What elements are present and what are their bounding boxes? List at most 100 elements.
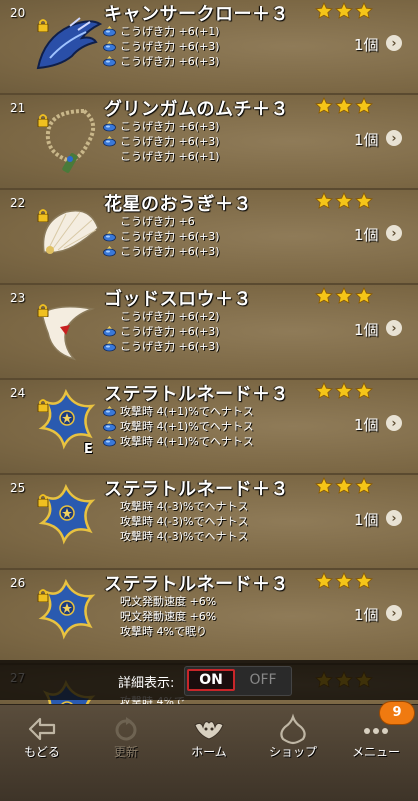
- star-icon: [355, 572, 373, 589]
- item-stats: こうげき力 +6 こうげき力 +6(+3) こうげき力 +6(+3): [103, 214, 220, 259]
- jewel-icon: [103, 436, 116, 447]
- item-stats: 攻撃時 4(-3)%でヘナトス 攻撃時 4(-3)%でヘナトス 攻撃時 4(-3)%…: [103, 499, 249, 544]
- stat-text: こうげき力 +6(+1): [120, 150, 220, 163]
- stat-text: こうげき力 +6(+3): [120, 325, 220, 338]
- jewel-icon: [103, 121, 116, 132]
- chevron-right-icon[interactable]: ›: [386, 415, 402, 431]
- item-stats: こうげき力 +6(+1) こうげき力 +6(+3) こうげき力 +6(+3): [103, 24, 220, 69]
- stat-line: 攻撃時 4(-3)%でヘナトス: [103, 529, 249, 544]
- item-row[interactable]: 21 グリンガムのムチ＋３ こうげき力 +6(+3) こうげき力 +6(+3) こうげき…: [0, 95, 418, 190]
- nav-home-label: ホーム: [191, 745, 227, 759]
- nav-refresh[interactable]: 更新: [84, 705, 168, 801]
- stat-line: こうげき力 +6(+3): [103, 244, 220, 259]
- back-arrow-icon: [28, 717, 56, 741]
- star-icon: [335, 2, 353, 19]
- stat-text: 呪文発動速度 +6%: [120, 595, 217, 608]
- stat-line: 攻撃時 4(-3)%でヘナトス: [103, 514, 249, 529]
- star-icon: [335, 477, 353, 494]
- lock-icon[interactable]: [36, 18, 50, 32]
- toggle-on-button[interactable]: ON: [187, 669, 235, 691]
- item-row[interactable]: 22 花星のおうぎ＋３ こうげき力 +6 こうげき力 +6(+3) こうげき力 +6(+…: [0, 190, 418, 285]
- jewel-icon: [103, 41, 116, 52]
- jewel-icon: [103, 26, 116, 37]
- stat-text: こうげき力 +6: [120, 215, 195, 228]
- item-number: 22: [10, 196, 26, 210]
- stat-line: こうげき力 +6(+3): [103, 39, 220, 54]
- item-name: ステラトルネード＋３: [104, 574, 289, 595]
- jewel-icon: [103, 421, 116, 432]
- item-number: 23: [10, 291, 26, 305]
- stat-line: こうげき力 +6: [103, 214, 220, 229]
- item-row[interactable]: 23 ゴッドスロウ＋３ こうげき力 +6(+2) こうげき力 +6(+3) こうげき力 …: [0, 285, 418, 380]
- nav-menu-label: メニュー: [351, 745, 400, 759]
- lock-icon[interactable]: [36, 303, 50, 317]
- stat-line: こうげき力 +6(+2): [103, 309, 220, 324]
- stat-text: こうげき力 +6(+3): [120, 120, 220, 133]
- stat-line: 攻撃時 4(+1)%でヘナトス: [103, 419, 254, 434]
- item-quantity: 1個: [354, 321, 379, 339]
- menu-notification-badge: 9: [380, 702, 414, 724]
- star-icon: [355, 2, 373, 19]
- stat-line: こうげき力 +6(+3): [103, 229, 220, 244]
- item-number: 25: [10, 481, 26, 495]
- item-quantity: 1個: [354, 131, 379, 149]
- star-icon: [315, 97, 333, 114]
- rarity-stars: [315, 287, 373, 304]
- stat-text: こうげき力 +6(+2): [120, 310, 220, 323]
- item-name: ステラトルネード＋３: [104, 479, 289, 500]
- chevron-right-icon[interactable]: ›: [386, 225, 402, 241]
- lock-icon[interactable]: [36, 493, 50, 507]
- stat-line: こうげき力 +6(+1): [103, 149, 220, 164]
- nav-shop-label: ショップ: [268, 745, 317, 759]
- stat-text: こうげき力 +6(+3): [120, 245, 220, 258]
- item-name: ステラトルネード＋３: [104, 384, 289, 405]
- stat-text: こうげき力 +6(+3): [120, 340, 220, 353]
- stat-text: こうげき力 +6(+1): [120, 25, 220, 38]
- chevron-right-icon[interactable]: ›: [386, 35, 402, 51]
- item-name: 花星のおうぎ＋３: [104, 194, 252, 215]
- lock-icon[interactable]: [36, 113, 50, 127]
- stat-text: 攻撃時 4(-3)%でヘナトス: [120, 530, 249, 543]
- rarity-stars: [315, 572, 373, 589]
- detail-toggle[interactable]: ON OFF: [184, 666, 292, 696]
- chevron-right-icon[interactable]: ›: [386, 510, 402, 526]
- stat-line: 攻撃時 4(+1)%でヘナトス: [103, 404, 254, 419]
- lock-icon[interactable]: [36, 588, 50, 602]
- star-icon: [315, 2, 333, 19]
- chevron-right-icon[interactable]: ›: [386, 605, 402, 621]
- stat-text: 呪文発動速度 +6%: [120, 610, 217, 623]
- nav-back[interactable]: もどる: [0, 705, 84, 801]
- item-stats: こうげき力 +6(+3) こうげき力 +6(+3) こうげき力 +6(+1): [103, 119, 220, 164]
- stat-text: こうげき力 +6(+3): [120, 40, 220, 53]
- lock-icon[interactable]: [36, 208, 50, 222]
- star-icon: [315, 477, 333, 494]
- item-number: 24: [10, 386, 26, 400]
- item-row[interactable]: 25 ステラトルネード＋３ 攻撃時 4(-3)%でヘナトス 攻撃時 4(-3)%でヘナ…: [0, 475, 418, 570]
- jewel-icon: [103, 341, 116, 352]
- item-row[interactable]: 24 E ステラトルネード＋３ 攻撃時 4(+1)%でヘナトス 攻撃時 4(+1)%でヘ…: [0, 380, 418, 475]
- stat-line: こうげき力 +6(+1): [103, 24, 220, 39]
- stat-line: 攻撃時 4(+1)%でヘナトス: [103, 434, 254, 449]
- chevron-right-icon[interactable]: ›: [386, 320, 402, 336]
- stat-line: こうげき力 +6(+3): [103, 339, 220, 354]
- item-row[interactable]: 26 ステラトルネード＋３ 呪文発動速度 +6% 呪文発動速度 +6% 攻撃時 4%で眠…: [0, 570, 418, 665]
- nav-home[interactable]: ホーム: [167, 705, 251, 801]
- stat-line: 攻撃時 4(-3)%でヘナトス: [103, 499, 249, 514]
- star-icon: [355, 287, 373, 304]
- chevron-right-icon[interactable]: ›: [386, 130, 402, 146]
- rarity-stars: [315, 2, 373, 19]
- toggle-off-button[interactable]: OFF: [239, 669, 287, 691]
- star-icon: [315, 287, 333, 304]
- jewel-icon: [103, 246, 116, 257]
- star-icon: [335, 572, 353, 589]
- stat-line: 呪文発動速度 +6%: [103, 594, 216, 609]
- item-quantity: 1個: [354, 226, 379, 244]
- detail-toggle-bar: 詳細表示: ON OFF: [0, 660, 418, 700]
- stat-text: こうげき力 +6(+3): [120, 135, 220, 148]
- jewel-icon: [103, 406, 116, 417]
- lock-icon[interactable]: [36, 398, 50, 412]
- item-row[interactable]: 20 キャンサークロー＋３ こうげき力 +6(+1) こうげき力 +6(+3) こうげき…: [0, 0, 418, 95]
- item-list[interactable]: 20 キャンサークロー＋３ こうげき力 +6(+1) こうげき力 +6(+3) こうげき…: [0, 0, 418, 704]
- rarity-stars: [315, 477, 373, 494]
- nav-shop[interactable]: ショップ: [251, 705, 335, 801]
